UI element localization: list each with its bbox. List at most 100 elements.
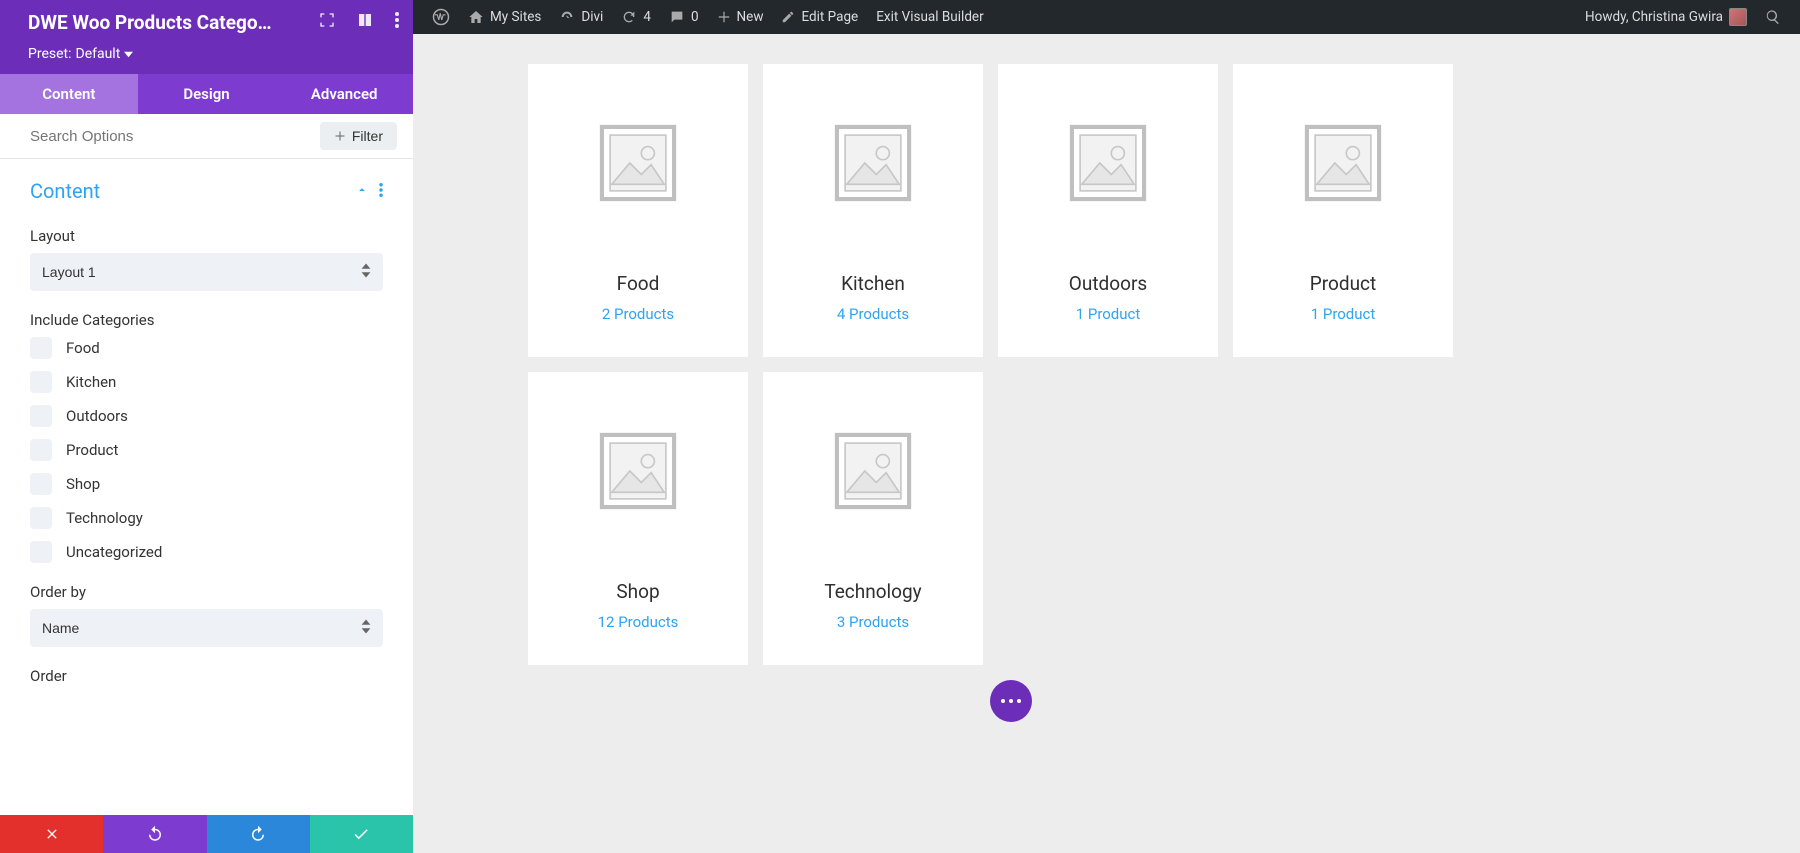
wp-logo[interactable]: [423, 8, 459, 26]
category-checkbox-item[interactable]: Outdoors: [30, 405, 383, 427]
category-checkbox-item[interactable]: Product: [30, 439, 383, 461]
panel-header: DWE Woo Products Catego…: [0, 0, 413, 44]
tab-content[interactable]: Content: [0, 74, 138, 114]
wp-admin-bar: My Sites Divi 4 0 New Edit Page Exit Vis…: [413, 0, 1800, 34]
preset-row[interactable]: Preset: Default: [0, 44, 413, 74]
placeholder-image-icon: [832, 122, 914, 204]
category-card[interactable]: Product 1 Product: [1233, 64, 1453, 357]
checkbox-icon[interactable]: [30, 507, 52, 529]
category-checkbox-item[interactable]: Shop: [30, 473, 383, 495]
search-toggle[interactable]: [1756, 9, 1790, 25]
new-link[interactable]: New: [708, 9, 773, 25]
settings-panel: DWE Woo Products Catego… Preset: Default…: [0, 0, 413, 853]
filter-button[interactable]: Filter: [320, 122, 397, 150]
pencil-icon: [781, 10, 795, 24]
wordpress-icon: [432, 8, 450, 26]
undo-button[interactable]: [103, 815, 206, 853]
checkbox-icon[interactable]: [30, 371, 52, 393]
category-name: Product: [1310, 272, 1376, 295]
category-checkbox-item[interactable]: Kitchen: [30, 371, 383, 393]
orderby-select[interactable]: Name: [30, 609, 383, 647]
updates-count: 4: [643, 9, 651, 25]
category-count: 1 Product: [1311, 305, 1376, 323]
category-name: Outdoors: [1069, 272, 1147, 295]
redo-icon: [249, 825, 267, 843]
my-sites-label: My Sites: [490, 9, 541, 25]
gauge-icon: [559, 9, 575, 25]
category-count: 2 Products: [602, 305, 674, 323]
dot-icon: [1017, 699, 1021, 703]
category-checkbox-item[interactable]: Food: [30, 337, 383, 359]
close-icon: [44, 826, 60, 842]
orderby-label: Order by: [30, 583, 383, 601]
page-content: Food 2 Products Kitchen 4 Products Outdo…: [413, 34, 1800, 853]
comment-icon: [669, 9, 685, 25]
divi-builder-fab[interactable]: [990, 680, 1032, 722]
chevron-down-icon: [124, 50, 133, 59]
tab-advanced[interactable]: Advanced: [275, 74, 413, 114]
category-label: Technology: [66, 509, 143, 527]
site-link[interactable]: Divi: [550, 9, 612, 25]
order-label: Order: [30, 667, 383, 685]
plus-icon: [334, 130, 346, 142]
category-checkbox-item[interactable]: Uncategorized: [30, 541, 383, 563]
action-bar: [0, 815, 413, 853]
cancel-button[interactable]: [0, 815, 103, 853]
layout-select[interactable]: Layout 1: [30, 253, 383, 291]
category-name: Technology: [824, 580, 921, 603]
category-card[interactable]: Technology 3 Products: [763, 372, 983, 665]
category-count: 4 Products: [837, 305, 909, 323]
search-input[interactable]: [30, 128, 320, 145]
dot-icon: [1009, 699, 1013, 703]
section-header-content[interactable]: Content: [30, 159, 383, 217]
checkbox-icon[interactable]: [30, 405, 52, 427]
howdy-user[interactable]: Howdy, Christina Gwira: [1576, 8, 1756, 26]
category-name: Kitchen: [841, 272, 905, 295]
category-name: Food: [617, 272, 660, 295]
columns-icon[interactable]: [357, 12, 373, 32]
category-label: Outdoors: [66, 407, 128, 425]
check-icon: [352, 825, 370, 843]
category-label: Food: [66, 339, 100, 357]
save-button[interactable]: [310, 815, 413, 853]
category-grid: Food 2 Products Kitchen 4 Products Outdo…: [528, 64, 1685, 665]
category-card[interactable]: Shop 12 Products: [528, 372, 748, 665]
more-icon[interactable]: [379, 182, 383, 201]
preset-label: Preset:: [28, 46, 72, 62]
category-count: 1 Product: [1076, 305, 1141, 323]
section-header-icons: [355, 182, 383, 201]
category-card[interactable]: Outdoors 1 Product: [998, 64, 1218, 357]
updates-link[interactable]: 4: [612, 9, 660, 25]
redo-button[interactable]: [207, 815, 310, 853]
category-label: Kitchen: [66, 373, 116, 391]
search-row: Filter: [0, 114, 413, 159]
category-card[interactable]: Food 2 Products: [528, 64, 748, 357]
category-label: Shop: [66, 475, 100, 493]
checkbox-icon[interactable]: [30, 439, 52, 461]
checkbox-icon[interactable]: [30, 337, 52, 359]
panel-scroll[interactable]: Content Layout Layout 1 Include Categori…: [0, 159, 413, 853]
chevron-up-icon[interactable]: [355, 182, 369, 201]
category-card[interactable]: Kitchen 4 Products: [763, 64, 983, 357]
section-title: Content: [30, 179, 100, 203]
more-icon[interactable]: [395, 12, 399, 32]
category-label: Product: [66, 441, 118, 459]
tab-design[interactable]: Design: [138, 74, 276, 114]
home-icon: [468, 9, 484, 25]
panel-title: DWE Woo Products Catego…: [28, 11, 272, 34]
refresh-icon: [621, 9, 637, 25]
panel-tabs: Content Design Advanced: [0, 74, 413, 114]
edit-page-label: Edit Page: [801, 9, 858, 25]
expand-icon[interactable]: [319, 12, 335, 32]
avatar: [1729, 8, 1747, 26]
category-checkbox-item[interactable]: Technology: [30, 507, 383, 529]
checkbox-icon[interactable]: [30, 541, 52, 563]
exit-visual-builder-link[interactable]: Exit Visual Builder: [867, 9, 992, 25]
edit-page-link[interactable]: Edit Page: [772, 9, 867, 25]
include-categories-label: Include Categories: [30, 311, 383, 329]
preset-value: Default: [76, 46, 121, 62]
checkbox-icon[interactable]: [30, 473, 52, 495]
comments-link[interactable]: 0: [660, 9, 708, 25]
my-sites-link[interactable]: My Sites: [459, 9, 550, 25]
placeholder-image-icon: [597, 122, 679, 204]
